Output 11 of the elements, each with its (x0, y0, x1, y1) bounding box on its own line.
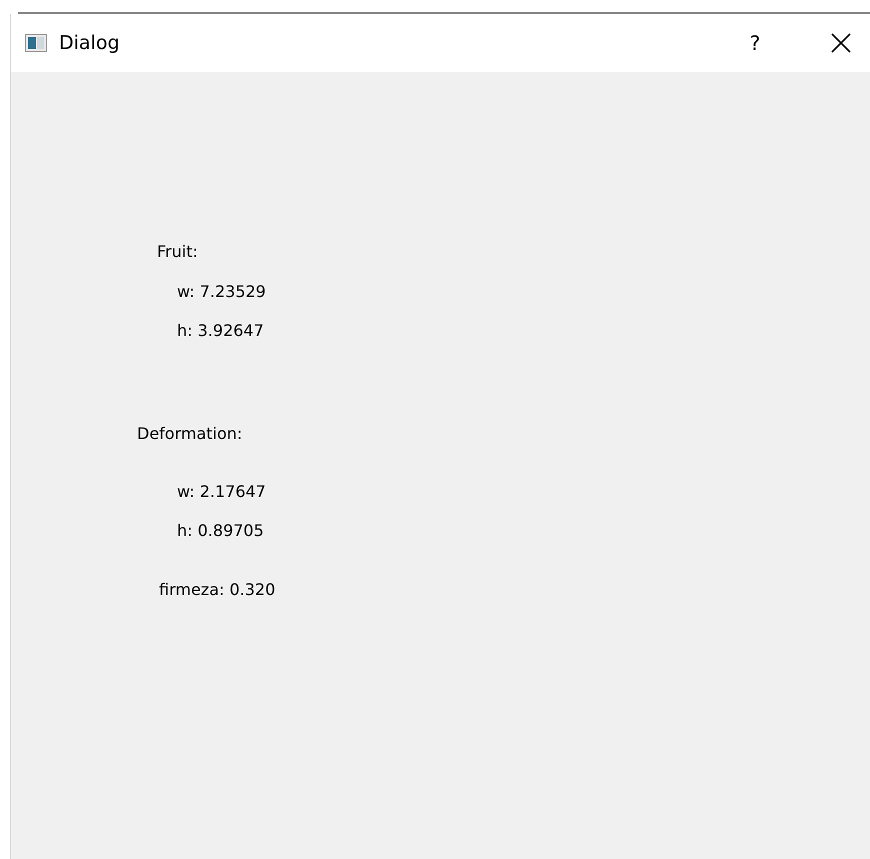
help-button[interactable]: ? (732, 20, 778, 66)
section-label: Fruit: (157, 242, 198, 262)
value-label: w: 2.17647 (177, 482, 266, 502)
close-icon (831, 33, 851, 53)
value-label: firmeza: 0.320 (159, 580, 276, 600)
section-label: Deformation: (137, 424, 242, 444)
value-label: h: 3.92647 (177, 321, 264, 341)
app-icon (25, 34, 47, 52)
value-label: w: 7.23529 (177, 282, 266, 302)
value-label: h: 0.89705 (177, 521, 264, 541)
window-title: Dialog (59, 32, 121, 54)
